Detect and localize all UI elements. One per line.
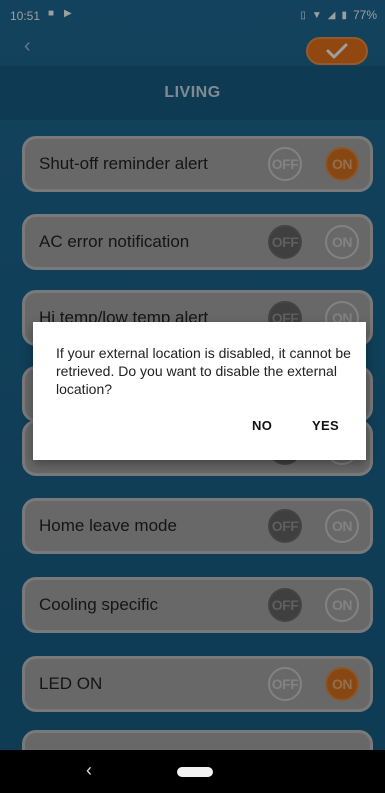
- home-pill-icon[interactable]: [177, 767, 213, 777]
- no-button[interactable]: NO: [252, 418, 272, 433]
- back-triangle-icon[interactable]: ‹: [86, 760, 92, 781]
- system-nav-bar: ‹: [0, 750, 385, 793]
- confirm-dialog: If your external location is disabled, i…: [33, 322, 366, 460]
- yes-button[interactable]: YES: [312, 418, 339, 433]
- dialog-message: If your external location is disabled, i…: [56, 345, 351, 397]
- app-screen: 10:51 ■ ▶ ▯ ▼ ◢ ▮ 77% ‹ LIVING Shut-off …: [0, 0, 385, 793]
